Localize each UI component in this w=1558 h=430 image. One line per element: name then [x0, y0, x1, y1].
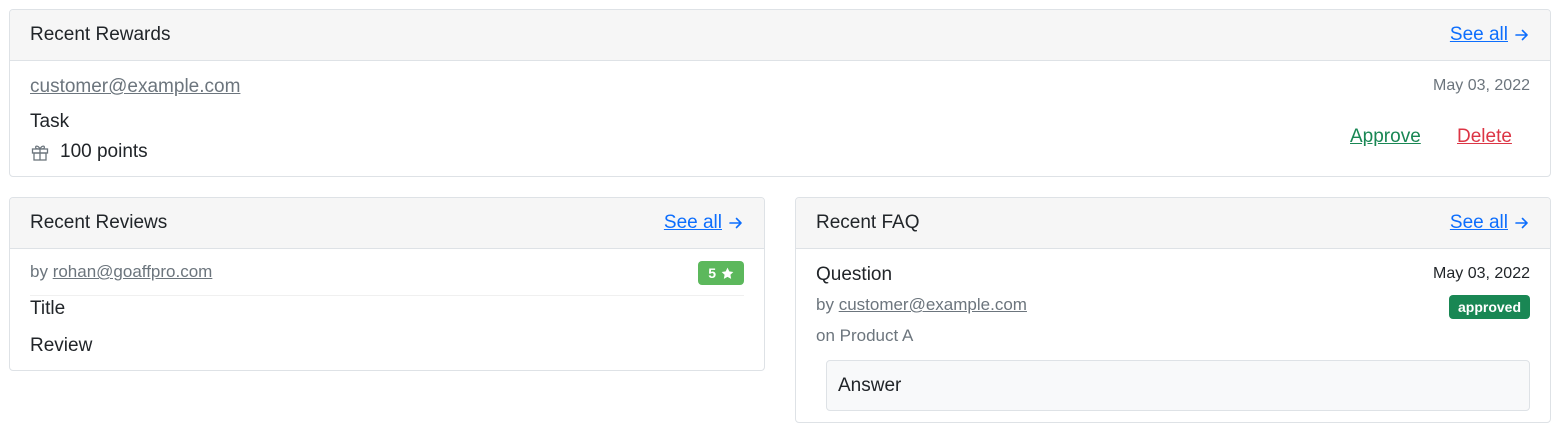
arrow-right-icon	[1515, 29, 1528, 41]
rewards-see-all-link[interactable]: See all	[1450, 24, 1530, 46]
reviews-see-all-link[interactable]: See all	[664, 212, 744, 234]
review-author: by rohan@goaffpro.com	[30, 262, 212, 282]
reward-task: Task	[30, 111, 70, 132]
recent-faq-title: Recent FAQ	[816, 212, 920, 233]
star-icon	[721, 267, 734, 279]
faq-author-email-link[interactable]: customer@example.com	[839, 295, 1027, 314]
faq-question: Question	[816, 264, 893, 285]
review-text: Review	[30, 335, 93, 356]
see-all-label: See all	[1449, 212, 1508, 233]
faq-author: by customer@example.com	[816, 295, 1027, 315]
by-prefix: by	[816, 295, 839, 314]
reward-points-label: 100 points	[60, 141, 148, 162]
faq-item: Question May 03, 2022 by customer@exampl…	[796, 249, 1550, 422]
reward-customer-email-link[interactable]: customer@example.com	[30, 76, 240, 98]
rating-badge: 5	[698, 261, 744, 285]
rating-value: 5	[708, 265, 716, 281]
approve-button[interactable]: Approve	[1350, 126, 1421, 148]
reward-item: customer@example.com May 03, 2022 Task 1…	[10, 61, 1550, 176]
faq-answer-box: Answer	[826, 360, 1530, 411]
review-title: Title	[30, 298, 66, 319]
recent-reviews-title: Recent Reviews	[30, 212, 168, 233]
delete-button[interactable]: Delete	[1457, 126, 1512, 148]
status-badge: approved	[1448, 295, 1530, 319]
recent-rewards-title: Recent Rewards	[30, 24, 171, 45]
recent-reviews-card: Recent Reviews See all by rohan@goaffpro…	[9, 197, 765, 371]
gift-icon	[31, 145, 49, 161]
reward-points: 100 points	[30, 141, 148, 163]
by-prefix: by	[30, 262, 53, 281]
arrow-right-icon	[729, 217, 742, 229]
faq-date: May 03, 2022	[1433, 265, 1530, 282]
recent-faq-header: Recent FAQ See all	[796, 198, 1550, 249]
recent-faq-card: Recent FAQ See all Question May 03, 2022…	[795, 197, 1551, 423]
recent-rewards-header: Recent Rewards See all	[10, 10, 1550, 61]
faq-see-all-link[interactable]: See all	[1450, 212, 1530, 234]
review-author-row: by rohan@goaffpro.com 5	[30, 249, 744, 296]
faq-answer: Answer	[838, 374, 902, 396]
arrow-right-icon	[1515, 217, 1528, 229]
see-all-label: See all	[1449, 24, 1508, 45]
recent-reviews-header: Recent Reviews See all	[10, 198, 764, 249]
review-author-email-link[interactable]: rohan@goaffpro.com	[53, 262, 213, 281]
faq-product: on Product A	[816, 326, 914, 345]
see-all-label: See all	[663, 212, 722, 233]
recent-rewards-card: Recent Rewards See all customer@example.…	[9, 9, 1551, 177]
reward-date: May 03, 2022	[1433, 77, 1530, 94]
